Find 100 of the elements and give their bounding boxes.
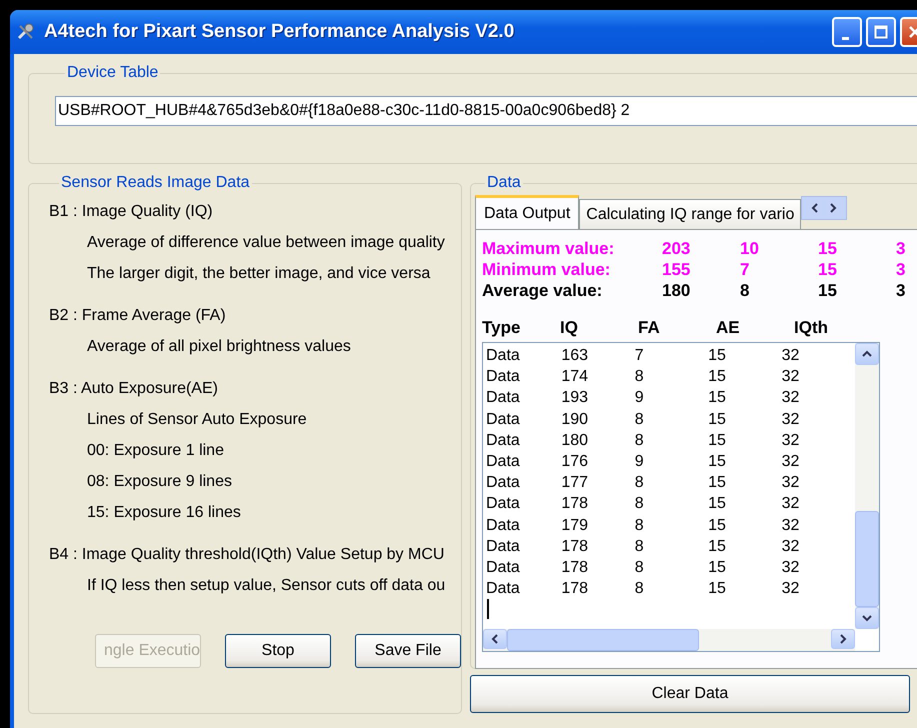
table-cell-text: 9 [634,388,645,408]
maximize-button[interactable] [866,17,896,47]
section-heading: B2 : Frame Average (FA) [49,306,227,326]
table-cell-text: 178 [561,558,590,578]
window-title: A4tech for Pixart Sensor Performance Analysis V2.0 [44,21,516,43]
column-header: IQth [794,318,829,339]
description-text: If IQ less then setup value, Sensor cuts off data ou [86,576,446,596]
minimize-icon [842,36,848,40]
vertical-scrollbar[interactable] [855,343,879,629]
table-cell-text: Data [486,346,521,366]
table-cell-text: 32 [782,536,800,557]
table-cell-text: 177 [561,473,590,494]
description-text: The larger digit, the better image, and vice versa [86,264,432,284]
summary-value: 3 [896,280,906,301]
column-header: FA [638,318,661,339]
table-cell-text: 32 [782,579,800,600]
column-header: AE [716,318,741,339]
table-cell-text: 7 [634,346,645,366]
table-cell-text: 9 [634,452,645,472]
table-cell-text: 32 [782,558,800,578]
table-cell-text: Data [486,536,521,557]
maximize-icon [874,25,888,39]
horizontal-scrollbar[interactable] [483,629,855,651]
table-cell-text: Data [486,494,521,514]
table-cell-text: 15 [708,452,727,472]
description-text: Average of difference value between image quality [86,233,446,253]
clear-data-button[interactable]: Clear Data [470,675,910,713]
summary-value: 10 [740,238,760,259]
tab-scroll-buttons[interactable] [801,196,848,220]
table-cell-text: 8 [634,430,645,451]
table-cell-text: 179 [561,516,590,536]
description-text: 00: Exposure 1 line [86,441,225,461]
summary-value: 203 [662,238,692,259]
group-title: Device Table [66,64,160,82]
table-cell-text: 32 [782,452,800,472]
table-cell-text: 32 [782,346,800,366]
table-cell-text: 15 [708,430,727,451]
table-cell-text: 15 [708,558,727,578]
table-cell-text: 8 [634,558,645,578]
summary-value: 3 [896,259,906,280]
table-cell-text: 32 [782,473,800,494]
table-cell-text: Data [486,579,521,600]
table-cell-text: 8 [634,494,645,514]
table-cell-text: 193 [561,388,590,408]
summary-value: 15 [818,259,838,280]
table-cell-text: 32 [782,516,800,536]
table-cell-text: Data [486,410,521,430]
tab[interactable]: Calculating IQ range for vario [579,199,802,229]
minimize-button[interactable] [832,17,862,47]
table-cell-text: 15 [708,579,727,600]
data-list[interactable] [482,342,880,652]
summary-value: 3 [896,238,906,259]
tab[interactable]: Data Output [475,195,580,229]
table-cell-text: 32 [782,388,800,408]
table-cell-text: 8 [634,367,645,388]
section-heading: B4 : Image Quality threshold(IQth) Value Setup by MCU [49,545,446,565]
description-text: 08: Exposure 9 lines [86,472,233,492]
summary-label: Maximum value: [482,238,616,259]
table-cell-text: 32 [782,410,800,430]
text-cursor [487,599,489,620]
table-cell-text: Data [486,367,521,388]
table-cell-text: 15 [708,536,727,557]
table-cell-text: Data [486,388,521,408]
table-cell-text: 15 [708,494,727,514]
table-cell-text: 15 [708,367,727,388]
table-cell-text: 178 [561,494,590,514]
table-cell-text: 190 [561,410,590,430]
summary-value: 180 [662,280,692,301]
table-cell-text: 32 [782,367,800,388]
table-cell-text: 174 [561,367,590,388]
table-cell-text: 15 [708,473,727,494]
table-cell-text: 8 [634,536,645,557]
table-cell-text: 8 [634,410,645,430]
summary-value: 155 [662,259,692,280]
table-cell-text: Data [486,473,521,494]
table-cell-text: Data [486,558,521,578]
summary-value: 7 [740,259,750,280]
table-cell-text: 15 [708,410,727,430]
table-cell-text: 178 [561,536,590,557]
summary-label: Minimum value: [482,259,612,280]
table-cell-text: 15 [708,516,727,536]
section-heading: B1 : Image Quality (IQ) [49,202,214,222]
device-field[interactable]: USB#ROOT_HUB#4&765d3eb&0#{f18a0e88-c30c-11d0-8815-00a0c906bed8} 2 [55,96,917,126]
table-cell-text: 176 [561,452,590,472]
table-cell-text: 163 [561,346,590,366]
column-header: IQ [560,318,579,339]
section-heading: B3 : Auto Exposure(AE) [49,379,219,399]
tools-icon [16,22,36,42]
summary-value: 15 [818,238,838,259]
table-cell-text: 178 [561,579,590,600]
action-button[interactable]: Stop [225,634,331,668]
description-text: 15: Exposure 16 lines [86,503,242,523]
table-cell-text: 180 [561,430,590,451]
table-cell-text: Data [486,430,521,451]
group-title: Data [486,174,522,192]
table-cell-text: 15 [708,388,727,408]
table-cell-text: 8 [634,579,645,600]
action-button[interactable]: Save File [355,634,461,668]
summary-value: 15 [818,280,838,301]
description-text: Lines of Sensor Auto Exposure [86,410,308,430]
